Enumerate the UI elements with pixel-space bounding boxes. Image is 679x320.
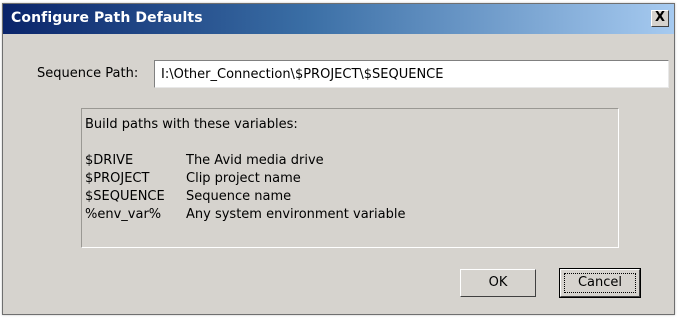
variable-name: %env_var% <box>85 207 162 222</box>
variable-description: The Avid media drive <box>186 153 324 168</box>
close-icon: X <box>654 10 666 25</box>
variable-name: $SEQUENCE <box>85 189 165 204</box>
variable-name: $DRIVE <box>85 153 134 168</box>
close-button[interactable]: X <box>651 10 669 27</box>
variable-description: Any system environment variable <box>186 207 406 222</box>
cancel-button-label: Cancel <box>577 275 623 290</box>
variable-name: $PROJECT <box>85 171 150 186</box>
ok-button[interactable]: OK <box>460 269 536 297</box>
cancel-button[interactable]: Cancel <box>559 268 641 298</box>
ok-button-label: OK <box>488 275 508 290</box>
sequence-path-input[interactable] <box>154 60 669 88</box>
variable-description: Sequence name <box>186 189 292 204</box>
variables-heading: Build paths with these variables: <box>85 117 298 132</box>
title-bar[interactable]: Configure Path Defaults X <box>3 4 674 34</box>
sequence-path-label: Sequence Path: <box>37 66 139 81</box>
variables-help-panel: Build paths with these variables: $DRIVE… <box>81 108 619 248</box>
variable-description: Clip project name <box>186 171 301 186</box>
configure-path-defaults-dialog: Configure Path Defaults X Sequence Path:… <box>2 3 675 315</box>
window-title: Configure Path Defaults <box>11 10 203 26</box>
